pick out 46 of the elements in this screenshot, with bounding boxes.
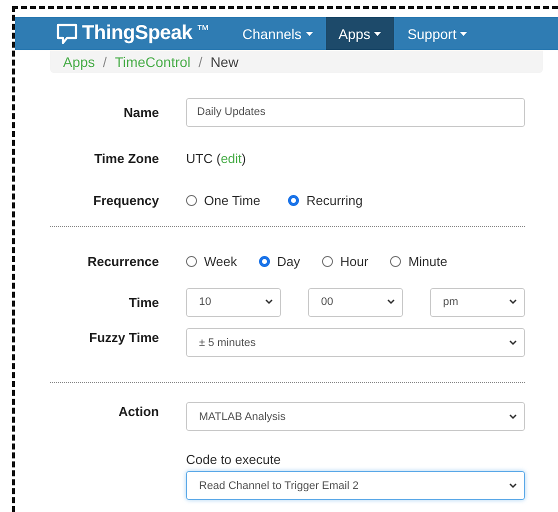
- caret-down-icon: [460, 32, 468, 36]
- field-label: Code to execute: [186, 452, 282, 467]
- dropdown[interactable]: 00: [308, 288, 403, 316]
- nav-menu-item[interactable]: Support: [394, 17, 480, 50]
- brand-logo-text[interactable]: ThingSpeak: [82, 22, 192, 45]
- chevron-down-icon: [509, 414, 517, 420]
- breadcrumb-separator: /: [102, 54, 107, 70]
- nav-menu-item[interactable]: Channels: [229, 17, 326, 50]
- field-label: Name: [122, 104, 159, 120]
- radio-label[interactable]: Hour: [340, 254, 368, 268]
- nav-menu-item[interactable]: Apps: [326, 17, 394, 50]
- radio-button[interactable]: [390, 256, 402, 266]
- breadcrumb-separator: /: [198, 54, 202, 70]
- radio-button[interactable]: [322, 256, 334, 266]
- caret-down-icon: [374, 32, 382, 36]
- chevron-down-icon: [509, 340, 517, 346]
- trademark-symbol: ™: [196, 22, 210, 37]
- radio-label[interactable]: Minute: [408, 254, 448, 268]
- chevron-down-icon: [265, 299, 273, 305]
- chevron-down-icon: [509, 299, 517, 305]
- field-label: Frequency: [92, 192, 159, 208]
- caret-down-icon: [306, 32, 313, 36]
- radio-label[interactable]: Day: [277, 254, 300, 268]
- dropdown[interactable]: 10: [186, 288, 281, 316]
- dropdown[interactable]: MATLAB Analysis: [186, 402, 525, 431]
- radio-button[interactable]: [186, 194, 197, 206]
- field-label: Fuzzy Time: [88, 330, 159, 345]
- radio-button[interactable]: [259, 256, 270, 266]
- field-label: Action: [118, 404, 159, 419]
- dropdown[interactable]: Read Channel to Trigger Email 2: [186, 471, 525, 500]
- radio-label[interactable]: Week: [204, 254, 237, 268]
- chevron-down-icon: [387, 299, 395, 305]
- field-label: Time Zone: [93, 150, 159, 166]
- radio-button[interactable]: [288, 194, 300, 206]
- field-label: Recurrence: [86, 254, 159, 268]
- radio-label[interactable]: Recurring: [306, 192, 363, 208]
- dropdown[interactable]: pm: [430, 288, 525, 316]
- speech-bubble-icon: [56, 22, 78, 44]
- input-field[interactable]: Daily Updates: [186, 98, 525, 126]
- radio-button[interactable]: [186, 256, 197, 266]
- breadcrumb-current: New: [210, 54, 238, 70]
- timezone-value: UTC (edit): [186, 150, 246, 166]
- radio-label[interactable]: One Time: [204, 192, 260, 208]
- chevron-down-icon: [509, 482, 517, 488]
- field-label: Time: [128, 294, 159, 310]
- dropdown[interactable]: ± 5 minutes: [186, 328, 525, 357]
